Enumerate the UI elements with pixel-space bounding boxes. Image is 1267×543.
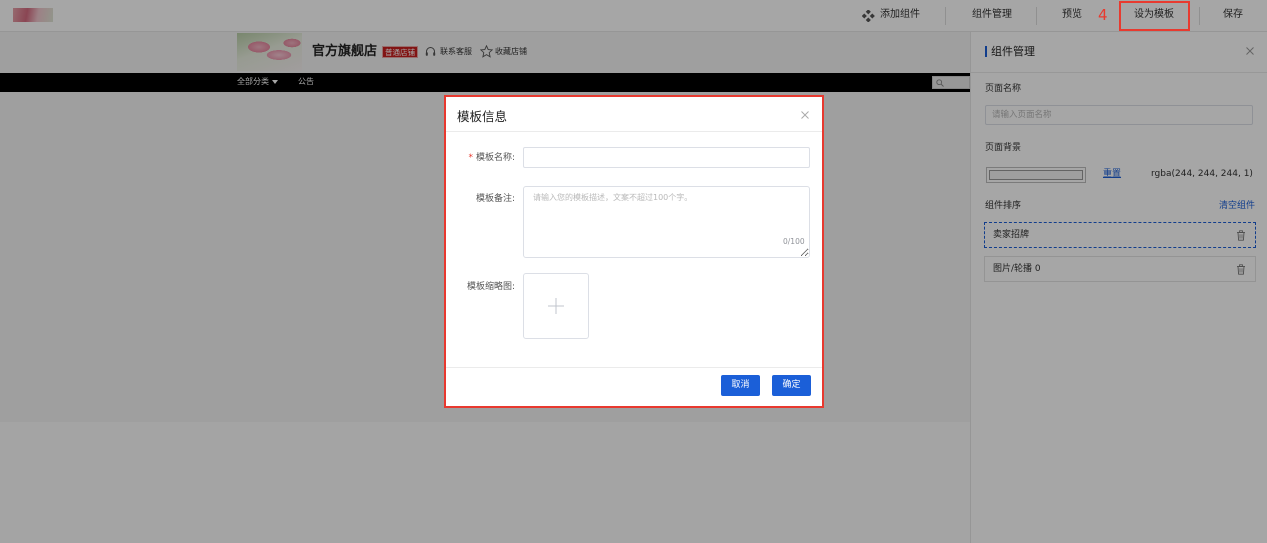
template-remark-label: 模板备注: (475, 194, 515, 204)
confirm-button[interactable]: 确定 (772, 375, 811, 396)
dialog-title: 模板信息 (457, 109, 508, 124)
template-thumbnail-label: 模板缩略图: (466, 282, 515, 292)
step-marker: 4 (1098, 6, 1108, 24)
template-name-input[interactable] (523, 147, 810, 168)
template-name-label-text: 模板名称: (475, 153, 515, 163)
template-remark-textarea[interactable] (523, 186, 810, 258)
template-name-label: * 模板名称: (446, 152, 515, 164)
required-mark: * (468, 153, 473, 163)
plus-icon (548, 298, 564, 314)
cancel-button[interactable]: 取消 (721, 375, 760, 396)
dialog-footer-divider (446, 367, 822, 368)
remark-char-count: 0/100 (783, 237, 805, 246)
highlight-box (1119, 1, 1190, 31)
close-icon[interactable] (801, 111, 809, 119)
thumbnail-upload[interactable] (523, 273, 589, 339)
dialog-header-divider (446, 131, 822, 132)
template-info-dialog: 模板信息 *模板名称: 模板备注: 0/100 模板缩略图: 取消 确定 (444, 95, 824, 408)
